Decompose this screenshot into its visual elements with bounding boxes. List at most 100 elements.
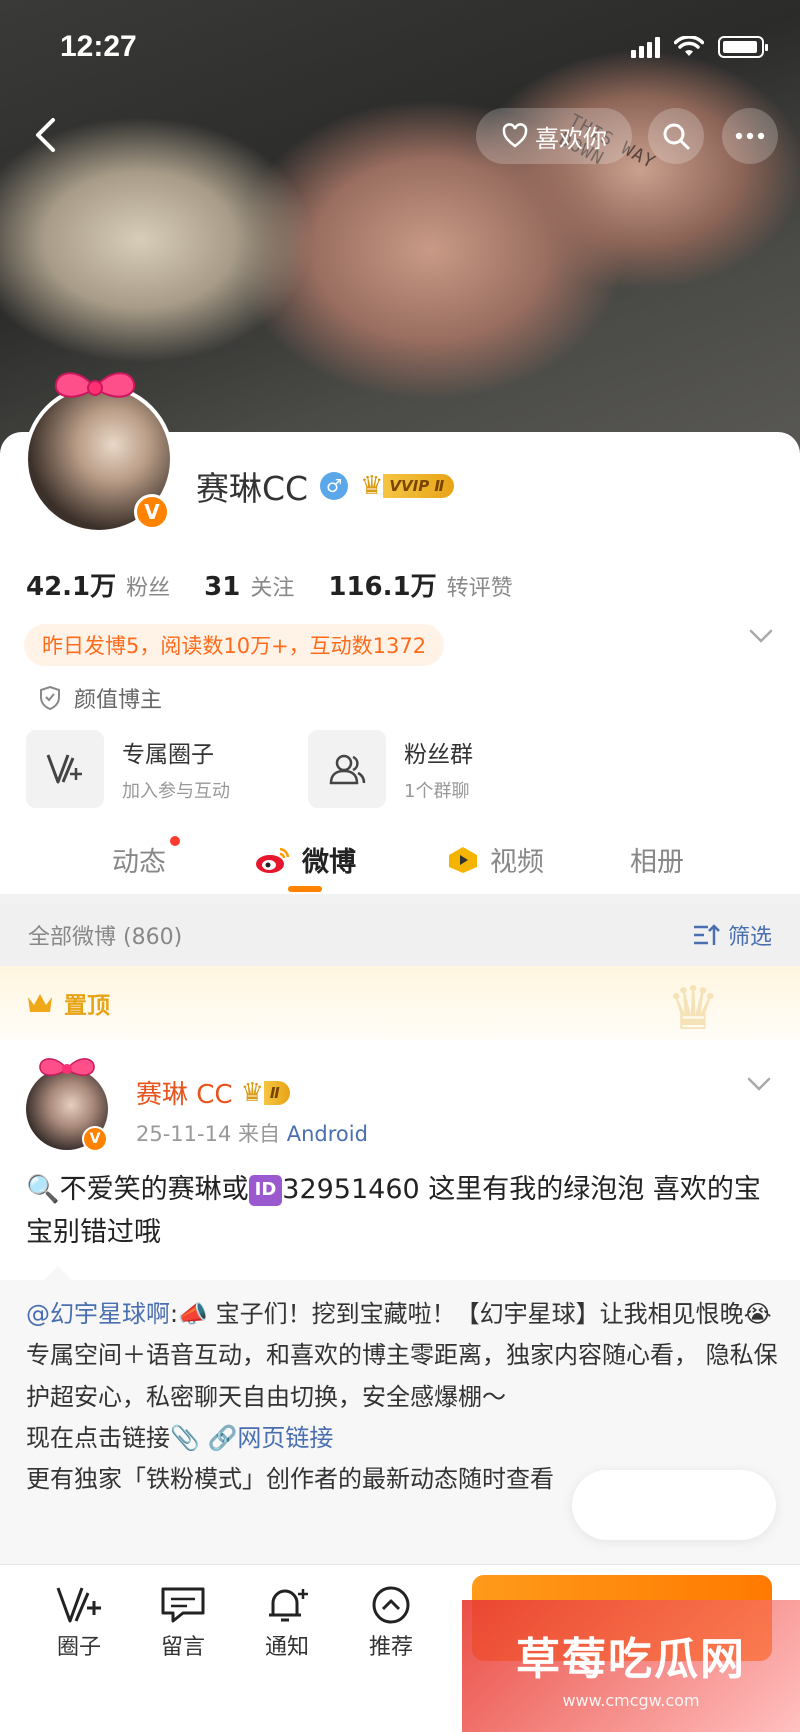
- vvip-badge[interactable]: ♛ VVIP Ⅱ: [360, 471, 455, 501]
- web-link-label: 网页链接: [237, 1423, 334, 1452]
- followers-count[interactable]: 42.1万: [26, 566, 116, 603]
- crown-icon: [28, 994, 52, 1012]
- top-nav: 喜欢你: [0, 100, 800, 170]
- exclusive-circle-card[interactable]: 专属圈子 加入参与互动: [26, 730, 280, 808]
- card-subtitle: 加入参与互动: [122, 781, 230, 802]
- profile-avatar[interactable]: V: [24, 372, 174, 534]
- like-you-button[interactable]: 喜欢你: [476, 108, 632, 164]
- vip-level: Ⅱ: [263, 1080, 290, 1105]
- status-time: 12:27: [60, 30, 137, 63]
- watermark: 草莓吃瓜网 www.cmcgw.com: [462, 1600, 800, 1732]
- pinned-banner: 置顶 ♛: [0, 966, 800, 1044]
- name-row: 赛琳CC ♂ ♛ VVIP Ⅱ: [196, 462, 455, 510]
- group-icon: [308, 730, 386, 808]
- vip-badge: ♛ Ⅱ: [241, 1079, 290, 1107]
- v-plus-icon: [26, 730, 104, 808]
- post-meta: 25-11-14 来自 Android: [136, 1118, 368, 1148]
- video-icon: [449, 846, 477, 873]
- repost-line2: 现在点击链接📎: [26, 1423, 208, 1452]
- pink-bow-icon: [39, 1058, 95, 1076]
- bottom-label: 圈子: [56, 1635, 101, 1660]
- circle-button[interactable]: 圈子: [34, 1585, 124, 1661]
- crown-decoration-icon: ♛: [666, 974, 720, 1044]
- tab-label: 动态: [112, 847, 166, 878]
- fan-group-card[interactable]: 粉丝群 1个群聊: [308, 730, 562, 808]
- battery-icon: [718, 36, 768, 58]
- search-button[interactable]: [648, 108, 704, 164]
- watermark-title: 草莓吃瓜网: [516, 1633, 746, 1685]
- wifi-icon: [674, 36, 704, 56]
- post-author-row: 赛琳 CC ♛ Ⅱ: [136, 1074, 290, 1111]
- weibo-logo-icon: [256, 847, 290, 873]
- post-date: 25-11-14: [136, 1122, 232, 1146]
- bottom-label: 推荐: [368, 1635, 413, 1660]
- more-button[interactable]: [722, 108, 778, 164]
- post-count: 全部微博 (860): [28, 925, 183, 950]
- gender-male-icon: ♂: [320, 472, 349, 500]
- post-text: 🔍不爱笑的赛琳或 ID 32951460 这里有我的绿泡泡 喜欢的宝宝别错过哦: [26, 1168, 776, 1254]
- creator-tag[interactable]: 颜值博主: [38, 682, 162, 714]
- bell-plus-icon: [269, 1589, 308, 1622]
- followers-label[interactable]: 粉丝: [126, 570, 170, 602]
- tab-label: 视频: [490, 847, 544, 878]
- activity-highlight[interactable]: 昨日发博5，阅读数10万+，互动数1372: [24, 624, 445, 666]
- interactions-label[interactable]: 转评赞: [447, 570, 513, 602]
- profile-tabs: 动态 微博 视频 相册: [0, 832, 800, 894]
- interactions-count[interactable]: 116.1万: [328, 566, 436, 603]
- bottom-label: 留言: [160, 1635, 205, 1660]
- card-title: 专属圈子: [122, 742, 214, 768]
- profile-stats: 42.1万 粉丝 31 关注 116.1万 转评赞: [26, 566, 547, 603]
- filter-button[interactable]: 筛选: [692, 919, 772, 951]
- back-button[interactable]: [20, 110, 70, 160]
- vvip-label: VVIP Ⅱ: [383, 474, 455, 498]
- unread-dot: [170, 836, 180, 846]
- recommend-button[interactable]: 推荐: [346, 1585, 436, 1661]
- watermark-url: www.cmcgw.com: [562, 1690, 700, 1710]
- floating-button[interactable]: [572, 1470, 776, 1540]
- tab-album[interactable]: 相册: [630, 840, 684, 879]
- profile-name: 赛琳CC: [196, 469, 309, 508]
- web-link[interactable]: 🔗网页链接: [208, 1424, 334, 1452]
- active-tab-indicator: [288, 886, 322, 892]
- crown-icon: ♛: [240, 1077, 264, 1108]
- pinned-label: 置顶: [64, 993, 110, 1019]
- tab-label: 相册: [630, 847, 684, 878]
- tab-video[interactable]: 视频: [446, 840, 544, 879]
- filter-label: 筛选: [727, 925, 772, 950]
- profile-card: V 赛琳CC ♂ ♛ VVIP Ⅱ 42.1万 粉丝 31 关注 116.1万 …: [0, 372, 800, 894]
- pink-bow-icon: [54, 372, 136, 398]
- post-author[interactable]: 赛琳 CC: [136, 1074, 233, 1111]
- chevron-down-icon[interactable]: [748, 628, 774, 644]
- search-emoji-icon: 🔍: [26, 1174, 60, 1205]
- repost-mention[interactable]: @幻宇星球啊: [26, 1300, 170, 1328]
- post-card[interactable]: V 赛琳 CC ♛ Ⅱ 25-11-14 来自 Android 🔍不爱笑的赛琳或…: [0, 1040, 800, 1280]
- bottom-label: 通知: [264, 1635, 309, 1660]
- following-count[interactable]: 31: [204, 572, 240, 602]
- post-source-prefix: 来自: [238, 1122, 281, 1146]
- message-button[interactable]: 留言: [138, 1585, 228, 1661]
- shield-icon: [40, 685, 60, 711]
- crown-icon: ♛: [360, 471, 384, 501]
- verified-v-icon: V: [134, 494, 170, 530]
- filter-bar: 全部微博 (860) 筛选: [0, 904, 800, 966]
- back-arrow-icon: [36, 118, 55, 152]
- following-label[interactable]: 关注: [250, 570, 294, 602]
- tab-weibo[interactable]: 微博: [254, 840, 356, 879]
- tab-label: 微博: [302, 847, 356, 878]
- more-dots-icon: [735, 132, 765, 140]
- message-icon: [161, 1587, 205, 1623]
- hand-heart-icon: [502, 123, 528, 148]
- chevron-up-circle-icon: [372, 1586, 410, 1624]
- tab-dynamics[interactable]: 动态: [112, 836, 180, 879]
- notify-button[interactable]: 通知: [242, 1585, 332, 1661]
- id-emoji-icon: ID: [248, 1175, 283, 1206]
- verified-v-icon: V: [82, 1126, 108, 1152]
- search-icon: [663, 123, 690, 150]
- filter-icon: [693, 924, 720, 945]
- card-title: 粉丝群: [404, 742, 473, 768]
- status-bar: 12:27: [0, 30, 800, 70]
- chevron-down-icon[interactable]: [746, 1076, 772, 1092]
- status-icons: [631, 36, 768, 58]
- post-text-part1: 不爱笑的赛琳或: [59, 1174, 249, 1205]
- feature-cards: 专属圈子 加入参与互动 粉丝群 1个群聊: [26, 730, 562, 808]
